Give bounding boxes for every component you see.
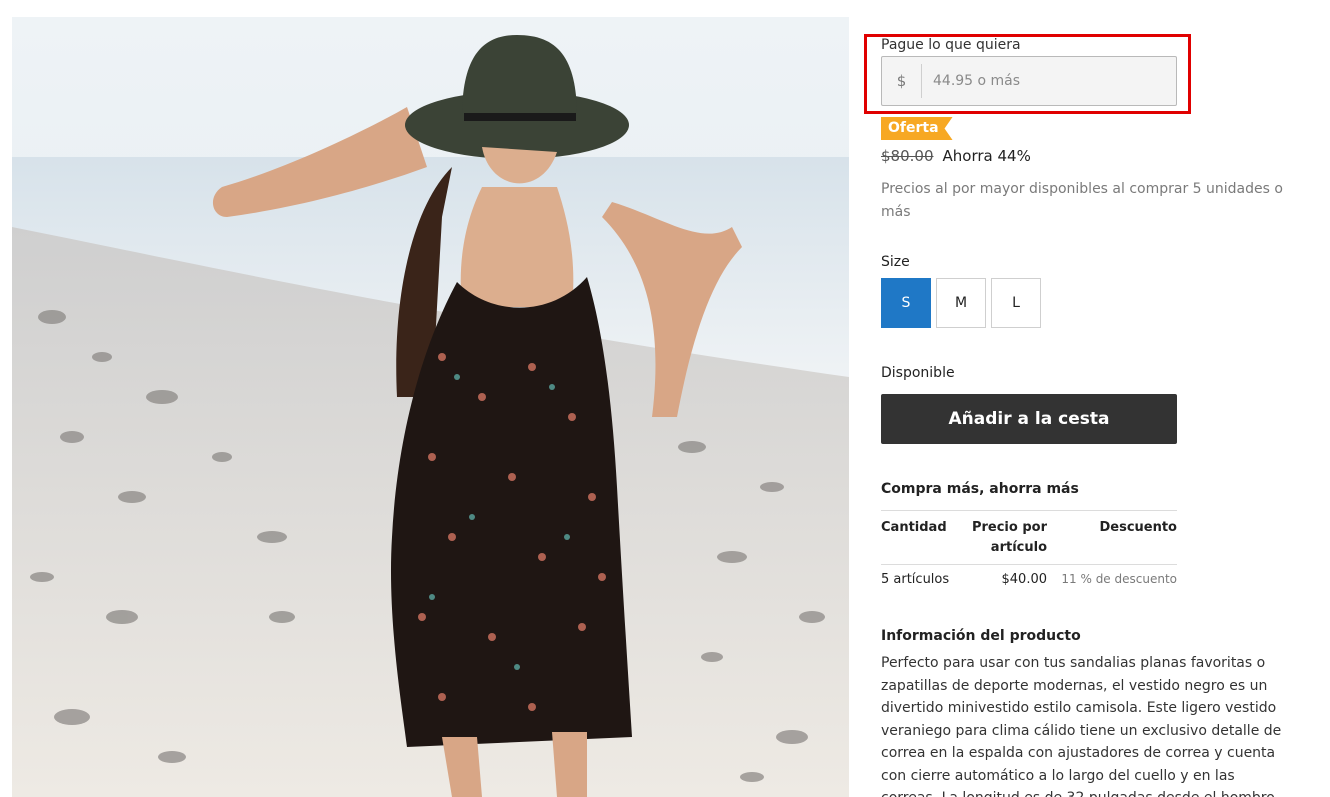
- column-header-quantity: Cantidad: [881, 520, 947, 535]
- pay-what-you-want-label: Pague lo que quiera: [881, 37, 1021, 53]
- price-row: $80.00 Ahorra 44%: [881, 147, 1031, 165]
- column-header-unit-price: Precio por artículo: [971, 520, 1047, 555]
- size-option-s[interactable]: S: [881, 278, 931, 328]
- add-to-cart-button[interactable]: Añadir a la cesta: [881, 394, 1177, 444]
- product-info-title: Información del producto: [881, 628, 1081, 644]
- bulk-pricing-note: Precios al por mayor disponibles al comp…: [881, 181, 1283, 220]
- product-image[interactable]: [12, 17, 849, 797]
- product-info-panel: Pague lo que quiera $ Oferta $80.00 Ahor…: [881, 0, 1301, 797]
- pay-what-you-want-input[interactable]: [922, 57, 1176, 105]
- column-header-discount: Descuento: [1099, 520, 1177, 535]
- size-option-l[interactable]: L: [991, 278, 1041, 328]
- bulk-discount-title: Compra más, ahorra más: [881, 481, 1079, 497]
- product-photo-illustration: [12, 17, 849, 797]
- cell-quantity: 5 artículos: [881, 572, 950, 587]
- table-row: 5 artículos $40.00 11 % de descuento: [881, 565, 1177, 593]
- bulk-discount-table: Cantidad Precio por artículo Descuento 5…: [881, 510, 1177, 593]
- product-description: Perfecto para usar con tus sandalias pla…: [881, 655, 1282, 797]
- cell-discount: 11 % de descuento: [1061, 572, 1177, 586]
- original-price: $80.00: [881, 147, 934, 165]
- table-header-row: Cantidad Precio por artículo Descuento: [881, 511, 1177, 565]
- savings-text: Ahorra 44%: [942, 147, 1031, 165]
- currency-symbol: $: [882, 64, 922, 98]
- cell-unit-price: $40.00: [1001, 572, 1048, 587]
- size-label: Size: [881, 254, 910, 270]
- pay-what-you-want-field[interactable]: $: [881, 56, 1177, 106]
- availability-status: Disponible: [881, 365, 955, 381]
- size-options: S M L: [881, 278, 1041, 328]
- sale-badge: Oferta: [881, 117, 953, 140]
- size-option-m[interactable]: M: [936, 278, 986, 328]
